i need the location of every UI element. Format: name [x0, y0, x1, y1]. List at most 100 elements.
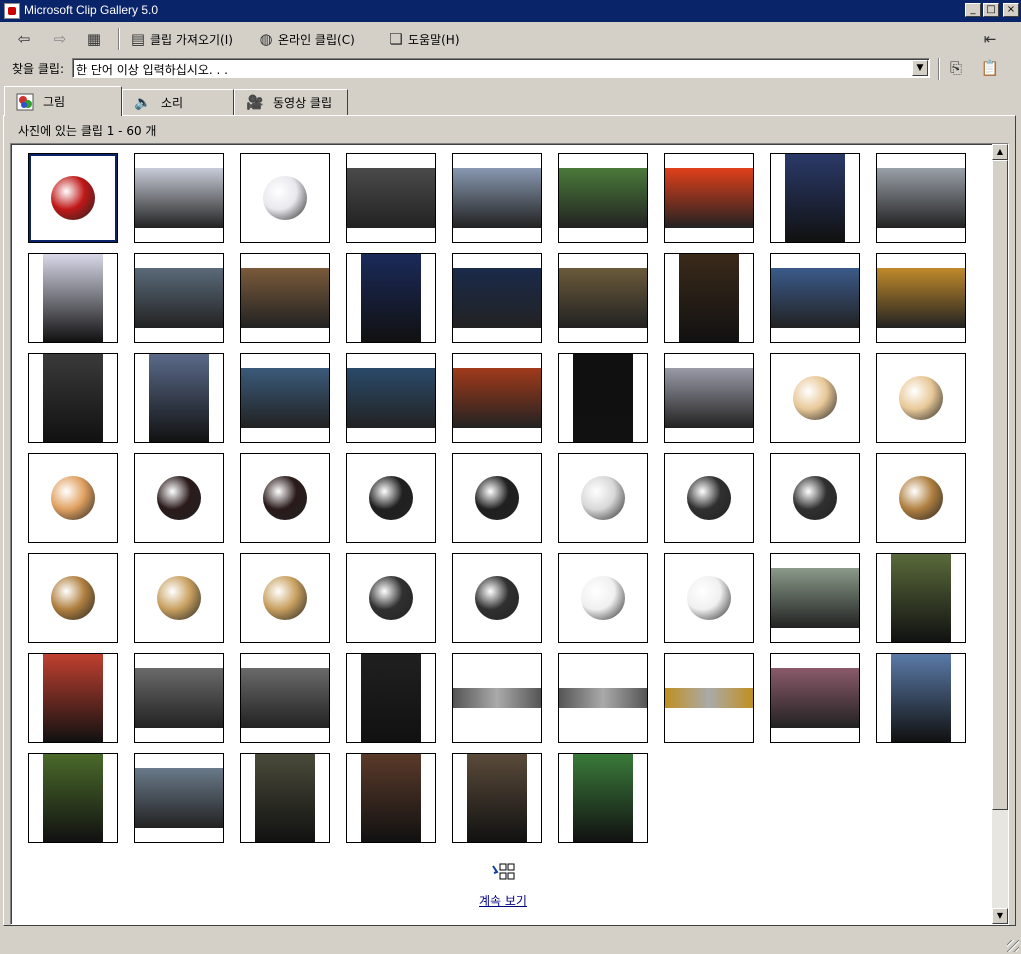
clip-thumbnail-pencil-cup[interactable]	[28, 453, 118, 543]
tab-strip: 그림 🔈 소리 🎥 동영상 클립	[0, 86, 1021, 116]
clip-thumbnail-glass-building[interactable]	[346, 353, 436, 443]
keep-looking-button[interactable]: 계속 보기	[473, 862, 533, 909]
clip-image	[135, 268, 223, 328]
all-categories-button[interactable]: ▦	[84, 27, 104, 51]
clip-thumbnail-snowy-mountains[interactable]	[134, 153, 224, 243]
clip-thumbnail-padlock-2[interactable]	[28, 553, 118, 643]
clip-thumbnail-skier[interactable]	[28, 253, 118, 343]
clip-thumbnail-planner-2[interactable]	[452, 553, 542, 643]
import-clips-label: 클립 가져오기(I)	[150, 32, 233, 47]
tab-sounds[interactable]: 🔈 소리	[122, 89, 234, 115]
clip-thumbnail-dusk-sky[interactable]	[770, 653, 860, 743]
clip-thumbnail-sandwich[interactable]	[770, 553, 860, 643]
clip-thumbnail-marble-strip-2[interactable]	[558, 653, 648, 743]
clip-thumbnail-paint-cans-2[interactable]	[240, 553, 330, 643]
status-bar	[0, 930, 1021, 954]
help-button[interactable]: ❏ 도움말(H)	[386, 27, 459, 51]
clip-thumbnail-compact-discs[interactable]	[876, 253, 966, 343]
clip-thumbnail-monument-night[interactable]	[558, 353, 648, 443]
import-clips-button[interactable]: ▤ 클립 가져오기(I)	[128, 27, 233, 51]
app-icon	[4, 3, 20, 19]
clip-thumbnail-boat[interactable]	[240, 353, 330, 443]
clip-thumbnail-abacus-2[interactable]	[240, 453, 330, 543]
clip-thumbnail-snowy-field[interactable]	[452, 153, 542, 243]
clip-image	[771, 668, 859, 728]
clip-thumbnail-paint-cans[interactable]	[134, 553, 224, 643]
clip-thumbnail-abacus[interactable]	[134, 453, 224, 543]
close-button[interactable]: ×	[1003, 3, 1019, 17]
clip-thumbnail-village[interactable]	[558, 153, 648, 243]
clip-thumbnail-businessman-phone[interactable]	[346, 753, 436, 843]
clip-thumbnail-marble-strip[interactable]	[452, 653, 542, 743]
minimize-button[interactable]: _	[965, 3, 981, 17]
back-button[interactable]: ⇦	[14, 27, 34, 51]
clip-thumbnail-briefcase[interactable]	[346, 453, 436, 543]
clip-thumbnail-sunset[interactable]	[664, 153, 754, 243]
change-window-size-button[interactable]: ⇤	[980, 27, 1000, 51]
tab-sounds-label: 소리	[161, 96, 184, 110]
vertical-scrollbar[interactable]: ▲ ▼	[992, 144, 1008, 924]
clip-thumbnail-salmon-dish[interactable]	[134, 653, 224, 743]
clip-thumbnail-calculator[interactable]	[558, 453, 648, 543]
tab-videos[interactable]: 🎥 동영상 클립	[234, 89, 348, 115]
clip-thumbnail-teacup-2[interactable]	[664, 553, 754, 643]
grid-icon: ▦	[86, 30, 102, 48]
online-clips-button[interactable]: ◍ 온라인 클립(C)	[256, 27, 354, 51]
copy-button[interactable]: ⎘	[946, 56, 966, 80]
clip-image	[467, 754, 527, 842]
clip-thumbnail-bamboo-vase[interactable]	[876, 553, 966, 643]
clip-thumbnail-eiffel-tower[interactable]	[346, 253, 436, 343]
clip-thumbnail-floppy-disks-2[interactable]	[770, 453, 860, 543]
clip-thumbnail-winter-trees[interactable]	[346, 153, 436, 243]
clip-thumbnail-tower[interactable]	[770, 153, 860, 243]
clip-thumbnail-space-needle[interactable]	[770, 253, 860, 343]
clip-thumbnail-teacup[interactable]	[558, 553, 648, 643]
clip-thumbnail-baseball-player[interactable]	[876, 653, 966, 743]
clip-thumbnail-food-plate[interactable]	[28, 653, 118, 743]
clip-thumbnail-ornament[interactable]	[28, 153, 118, 243]
clip-thumbnail-mountain-biker[interactable]	[28, 753, 118, 843]
clip-image	[135, 668, 223, 728]
scroll-down-icon[interactable]: ▼	[992, 908, 1008, 924]
clip-thumbnail-running-girl[interactable]	[558, 753, 648, 843]
clip-image	[891, 554, 951, 642]
clip-thumbnail-office-phone[interactable]	[452, 753, 542, 843]
forward-button[interactable]: ⇨	[50, 27, 70, 51]
clip-thumbnail-typing[interactable]	[240, 253, 330, 343]
clip-thumbnail-teddy-bear-computer[interactable]	[240, 753, 330, 843]
clip-thumbnail-autumn-leaves[interactable]	[452, 353, 542, 443]
clip-image	[771, 568, 859, 628]
tab-pictures[interactable]: 그림	[4, 86, 122, 116]
clip-thumbnail-beach-couple[interactable]	[134, 753, 224, 843]
clip-thumbnail-building-windows[interactable]	[28, 353, 118, 443]
clip-thumbnail-suspension-bridge[interactable]	[664, 253, 754, 343]
clip-thumbnail-skyscrapers[interactable]	[452, 253, 542, 343]
clip-thumbnail-sunflowers[interactable]	[664, 653, 754, 743]
resize-grip-icon[interactable]	[1007, 940, 1019, 952]
clip-thumbnail-bridge-city[interactable]	[134, 253, 224, 343]
dropdown-arrow-icon[interactable]: ▼	[912, 60, 928, 76]
window-title: Microsoft Clip Gallery 5.0	[24, 3, 159, 17]
clip-thumbnail-cyclist[interactable]	[876, 153, 966, 243]
clip-thumbnail-palace-facade[interactable]	[664, 353, 754, 443]
clip-thumbnail-padlock[interactable]	[876, 453, 966, 543]
tab-pictures-label: 그림	[43, 95, 66, 109]
clip-thumbnail-soup-bowl[interactable]	[346, 653, 436, 743]
scroll-up-icon[interactable]: ▲	[992, 144, 1008, 160]
paste-button[interactable]: 📋	[980, 56, 1000, 80]
maximize-button[interactable]: □	[983, 3, 999, 17]
clip-thumbnail-clock[interactable]	[240, 153, 330, 243]
clip-thumbnail-clipboard-2[interactable]	[876, 353, 966, 443]
paste-icon: 📋	[980, 59, 1000, 77]
clip-thumbnail-planner[interactable]	[346, 553, 436, 643]
clip-thumbnail-city-skyline[interactable]	[558, 253, 648, 343]
clip-thumbnail-briefcase-2[interactable]	[452, 453, 542, 543]
clip-thumbnail-cloudy-sky[interactable]	[134, 353, 224, 443]
clip-thumbnail-floppy-disks[interactable]	[664, 453, 754, 543]
speaker-icon: 🔈	[134, 94, 152, 111]
clip-thumbnail-salmon-dish-2[interactable]	[240, 653, 330, 743]
clip-thumbnail-clipboard[interactable]	[770, 353, 860, 443]
clip-image	[51, 176, 95, 220]
find-input[interactable]: 한 단어 이상 입력하십시오. . . ▼	[72, 58, 930, 78]
scroll-thumb[interactable]	[992, 160, 1008, 810]
